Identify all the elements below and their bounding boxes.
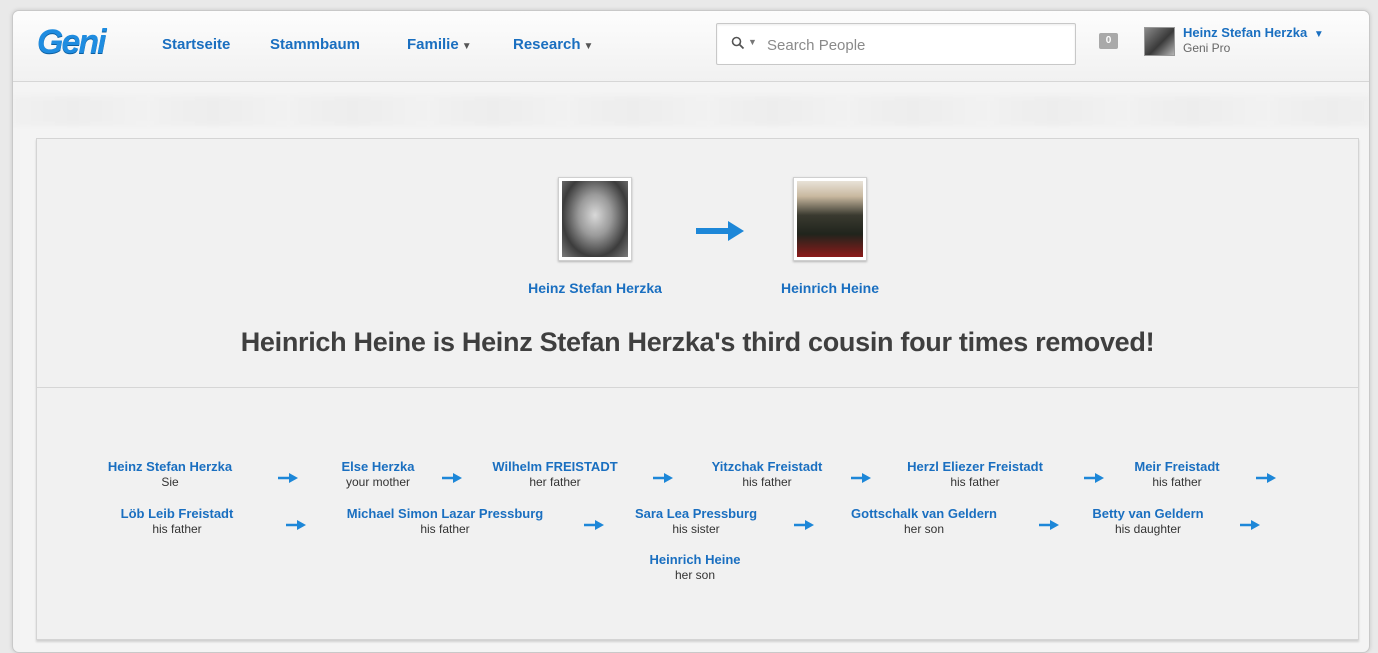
path-node: Heinrich Heine her son xyxy=(620,552,770,582)
chevron-down-icon: ▼ xyxy=(1313,29,1324,40)
path-person-link[interactable]: Herzl Eliezer Freistadt xyxy=(885,459,1065,474)
path-relation: her son xyxy=(674,568,716,582)
arrow-right-icon xyxy=(851,473,871,483)
arrow-right-icon xyxy=(1240,520,1260,530)
path-relation: his father xyxy=(950,475,1000,489)
nav-label: Research xyxy=(513,36,581,53)
nav-familie[interactable]: Familie ▼ xyxy=(407,36,472,53)
nav-research[interactable]: Research ▼ xyxy=(513,36,593,53)
user-plan: Geni Pro xyxy=(1183,41,1231,55)
path-relation: his sister xyxy=(672,522,720,536)
path-person-link[interactable]: Wilhelm FREISTADT xyxy=(475,459,635,474)
path-person-link[interactable]: Gottschalk van Geldern xyxy=(829,506,1019,521)
path-node: Meir Freistadt his father xyxy=(1117,459,1237,489)
path-node: Wilhelm FREISTADT her father xyxy=(475,459,635,489)
portrait-person-a[interactable] xyxy=(558,177,632,261)
arrow-right-icon xyxy=(1039,520,1059,530)
user-name: Heinz Stefan Herzka xyxy=(1183,25,1308,40)
geni-logo[interactable]: Geni xyxy=(37,23,107,62)
path-relation: her father xyxy=(529,475,581,489)
arrow-right-icon xyxy=(286,520,306,530)
person-b-link[interactable]: Heinrich Heine xyxy=(750,280,910,296)
arrow-right-icon xyxy=(794,520,814,530)
divider xyxy=(37,387,1358,388)
arrow-right-icon xyxy=(442,473,462,483)
path-person-link[interactable]: Else Herzka xyxy=(313,459,443,474)
path-person-link[interactable]: Meir Freistadt xyxy=(1117,459,1237,474)
path-node: Herzl Eliezer Freistadt his father xyxy=(885,459,1065,489)
relationship-panel: Heinz Stefan Herzka Heinrich Heine Heinr… xyxy=(36,138,1359,640)
search-icon[interactable] xyxy=(731,36,745,50)
path-node: Heinz Stefan Herzka Sie xyxy=(95,459,245,489)
arrow-right-icon xyxy=(696,221,744,241)
path-person-link[interactable]: Betty van Geldern xyxy=(1073,506,1223,521)
path-person-link[interactable]: Heinrich Heine xyxy=(620,552,770,567)
portrait-person-b[interactable] xyxy=(793,177,867,261)
path-relation: his father xyxy=(1152,475,1202,489)
nav-label: Stammbaum xyxy=(270,36,361,53)
person-a-link[interactable]: Heinz Stefan Herzka xyxy=(515,280,675,296)
user-avatar[interactable] xyxy=(1144,27,1175,56)
blurred-subnav xyxy=(13,96,1369,126)
path-node: Löb Leib Freistadt his father xyxy=(107,506,247,536)
arrow-right-icon xyxy=(1256,473,1276,483)
path-node: Gottschalk van Geldern her son xyxy=(829,506,1019,536)
arrow-right-icon xyxy=(278,473,298,483)
path-relation: your mother xyxy=(345,475,411,489)
nav-label: Startseite xyxy=(162,36,231,53)
chevron-down-icon: ▼ xyxy=(583,41,594,52)
user-menu[interactable]: Heinz Stefan Herzka ▼ xyxy=(1183,25,1324,40)
path-person-link[interactable]: Heinz Stefan Herzka xyxy=(95,459,245,474)
nav-startseite[interactable]: Startseite xyxy=(162,36,230,53)
path-node: Yitzchak Freistadt his father xyxy=(687,459,847,489)
path-person-link[interactable]: Sara Lea Pressburg xyxy=(621,506,771,521)
path-relation: her son xyxy=(903,522,945,536)
path-relation: his father xyxy=(152,522,202,536)
relationship-headline: Heinrich Heine is Heinz Stefan Herzka's … xyxy=(240,327,1155,357)
path-node: Else Herzka your mother xyxy=(313,459,443,489)
path-node: Sara Lea Pressburg his sister xyxy=(621,506,771,536)
notifications-badge[interactable]: 0 xyxy=(1099,33,1118,49)
top-navigation-bar: Geni Startseite Stammbaum Familie ▼ Resea… xyxy=(13,11,1369,82)
arrow-right-icon xyxy=(1084,473,1104,483)
path-relation: his daughter xyxy=(1114,522,1182,536)
path-node: Betty van Geldern his daughter xyxy=(1073,506,1223,536)
search-options-caret-icon[interactable]: ▼ xyxy=(748,37,757,47)
browser-window: Geni Startseite Stammbaum Familie ▼ Resea… xyxy=(12,10,1370,653)
path-person-link[interactable]: Michael Simon Lazar Pressburg xyxy=(321,506,569,521)
search-input[interactable] xyxy=(765,33,1059,57)
path-relation: his father xyxy=(742,475,792,489)
path-node: Michael Simon Lazar Pressburg his father xyxy=(321,506,569,536)
arrow-right-icon xyxy=(653,473,673,483)
search-box[interactable]: ▼ xyxy=(716,23,1076,65)
nav-stammbaum[interactable]: Stammbaum xyxy=(270,36,360,53)
chevron-down-icon: ▼ xyxy=(461,41,472,52)
nav-label: Familie xyxy=(407,36,459,53)
path-person-link[interactable]: Löb Leib Freistadt xyxy=(107,506,247,521)
path-relation: Sie xyxy=(161,475,179,489)
arrow-right-icon xyxy=(584,520,604,530)
path-relation: his father xyxy=(420,522,470,536)
path-person-link[interactable]: Yitzchak Freistadt xyxy=(687,459,847,474)
